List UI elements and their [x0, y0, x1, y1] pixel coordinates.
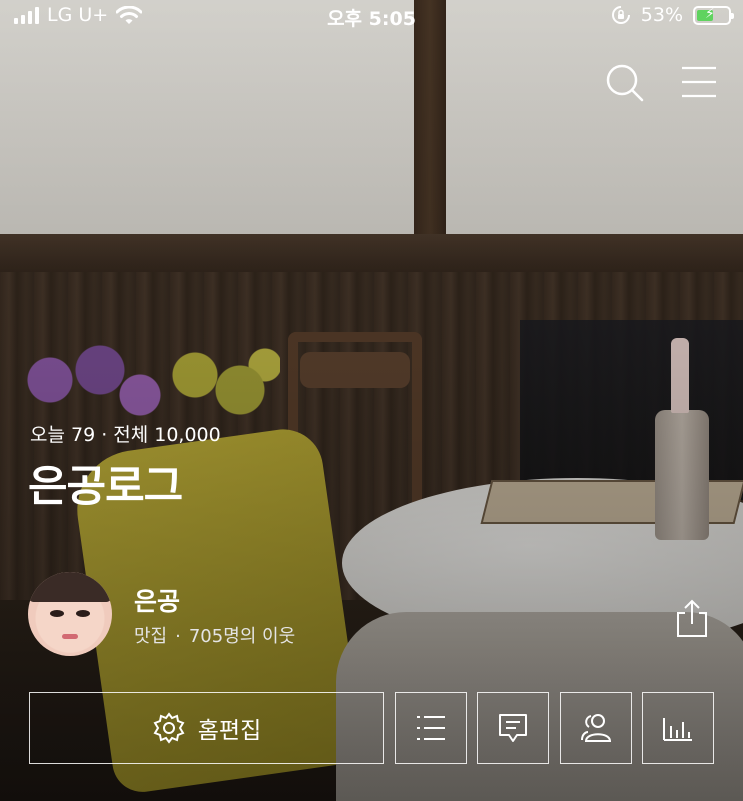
visitors-today: 오늘 79: [30, 424, 96, 446]
people-icon: [581, 714, 612, 742]
profile-subinfo: 맛집 · 705명의 이웃: [134, 622, 295, 648]
blog-home-screen: LG U+ 오후 5:05 53% ⚡ 오늘 79 · 전체 10,000 은공…: [0, 0, 743, 801]
edit-home-label: 홈편집: [197, 718, 262, 744]
battery-percent: 53%: [640, 4, 683, 26]
hamburger-menu-icon: [682, 66, 716, 98]
neighbors-button[interactable]: [560, 692, 632, 764]
edit-home-button[interactable]: 홈편집: [29, 692, 384, 764]
status-right: 53% ⚡: [611, 4, 734, 26]
list-button[interactable]: [395, 692, 467, 764]
share-icon: [677, 599, 707, 637]
battery-icon: ⚡: [693, 5, 734, 25]
visitors-total: 전체 10,000: [113, 424, 221, 446]
search-button[interactable]: [604, 62, 644, 102]
rotation-lock-icon: [611, 6, 630, 24]
menu-button[interactable]: [680, 62, 720, 102]
visitor-count: 오늘 79 · 전체 10,000: [30, 420, 221, 447]
profile-nickname[interactable]: 은공: [134, 582, 180, 618]
comment-icon: [499, 714, 527, 742]
charging-bolt-icon: ⚡: [705, 5, 715, 22]
avatar[interactable]: [28, 572, 112, 656]
profile-category: 맛집: [134, 626, 168, 647]
visitors-separator: ·: [101, 424, 108, 446]
bar-chart-icon: [663, 718, 692, 741]
profile-neighbors[interactable]: 705명의 이웃: [189, 626, 295, 647]
photo-dim-overlay: [0, 0, 743, 801]
gear-icon: [153, 712, 185, 744]
stats-button[interactable]: [642, 692, 714, 764]
comment-button[interactable]: [477, 692, 549, 764]
list-icon: [417, 716, 445, 740]
share-button[interactable]: [674, 598, 710, 638]
blog-title: 은공로그: [28, 462, 183, 512]
profile-separator: ·: [175, 626, 181, 647]
status-bar: LG U+ 오후 5:05 53% ⚡: [0, 0, 743, 30]
search-icon: [606, 64, 644, 102]
